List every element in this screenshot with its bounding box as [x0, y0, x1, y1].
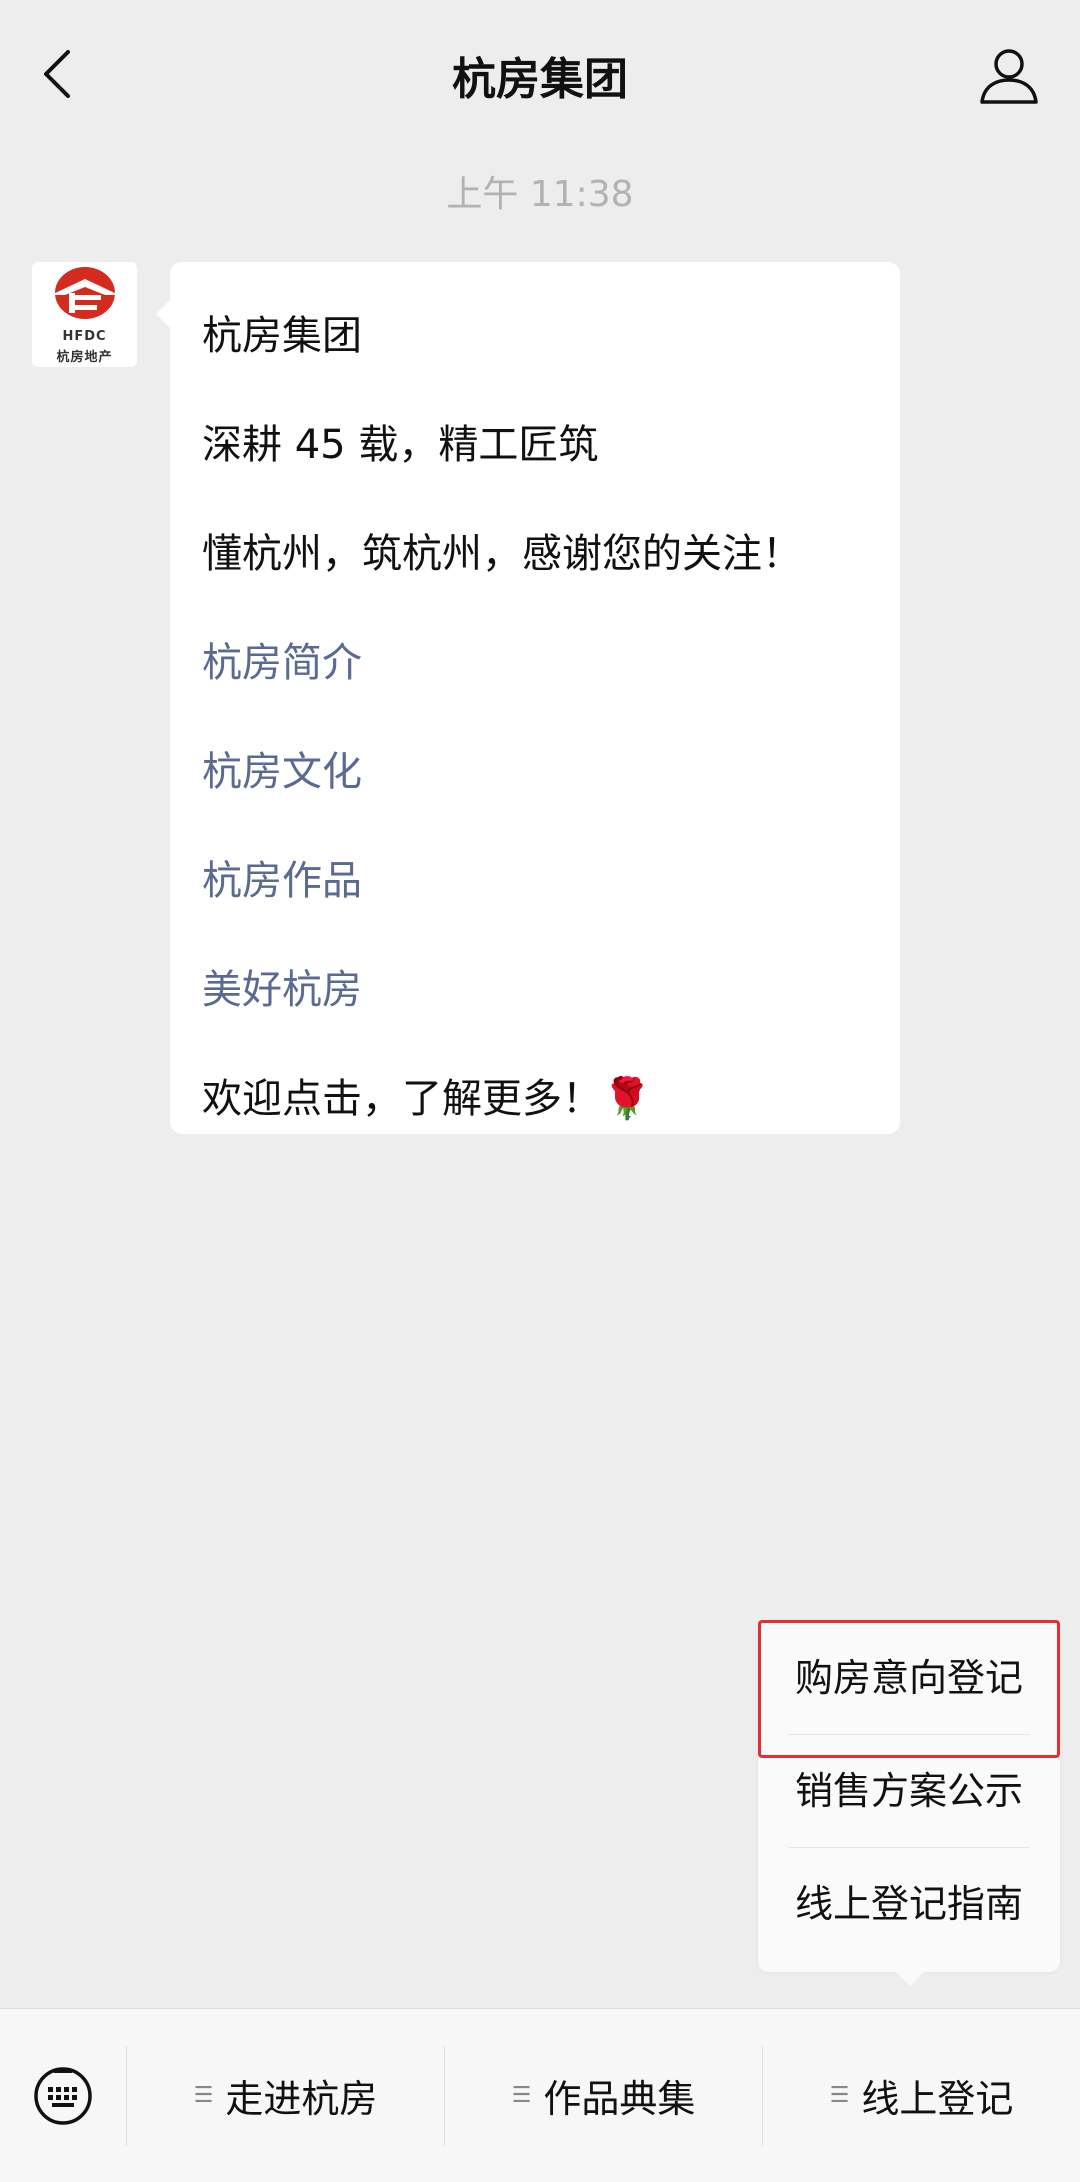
menu-item-works[interactable]: ☰ 作品典集 — [445, 2009, 762, 2182]
logo-text: HFDC — [62, 328, 107, 344]
menu-item-label: 作品典集 — [543, 2077, 696, 2121]
logo-subtext: 杭房地产 — [56, 349, 113, 365]
message-timestamp: 上午 11:38 — [446, 174, 634, 215]
hfdc-logo-icon — [50, 266, 119, 319]
menu-lines-icon: ☰ — [193, 2083, 214, 2108]
link-company-works[interactable]: 杭房作品 — [202, 827, 868, 936]
message-line: 欢迎点击，了解更多！🌹 — [202, 1076, 652, 1122]
message-bubble: 杭房集团 深耕 45 载，精工匠筑 懂杭州，筑杭州，感谢您的关注！ 杭房简介 杭… — [156, 262, 900, 1134]
bottom-menu-bar: ☰ 走进杭房 ☰ 作品典集 ☰ 线上登记 — [0, 2008, 1080, 2182]
back-arrow-icon[interactable] — [30, 44, 90, 104]
profile-icon[interactable] — [978, 44, 1040, 106]
link-beautiful-hfdc[interactable]: 美好杭房 — [202, 936, 868, 1045]
link-company-culture[interactable]: 杭房文化 — [202, 718, 868, 827]
chat-header: 杭房集团 — [0, 0, 1080, 150]
message-line: 懂杭州，筑杭州，感谢您的关注！ — [202, 531, 802, 577]
menu-item-label: 走进杭房 — [225, 2077, 378, 2121]
link-company-intro[interactable]: 杭房简介 — [202, 609, 868, 718]
menu-item-online-registration[interactable]: ☰ 线上登记 — [763, 2009, 1080, 2182]
menu-item-about[interactable]: ☰ 走进杭房 — [127, 2009, 444, 2182]
menu-item-label: 线上登记 — [861, 2077, 1014, 2121]
submenu-item-registration-guide[interactable]: 线上登记指南 — [788, 1848, 1030, 1960]
keyboard-icon — [34, 2066, 92, 2125]
highlight-box — [758, 1620, 1060, 1758]
message-line: 杭房集团 — [202, 313, 362, 359]
keyboard-toggle-button[interactable] — [0, 2009, 126, 2182]
menu-lines-icon: ☰ — [511, 2083, 532, 2108]
menu-lines-icon: ☰ — [829, 2083, 850, 2108]
message-line: 深耕 45 载，精工匠筑 — [202, 422, 599, 468]
avatar[interactable]: HFDC 杭房地产 — [32, 262, 137, 367]
page-title: 杭房集团 — [452, 54, 628, 105]
